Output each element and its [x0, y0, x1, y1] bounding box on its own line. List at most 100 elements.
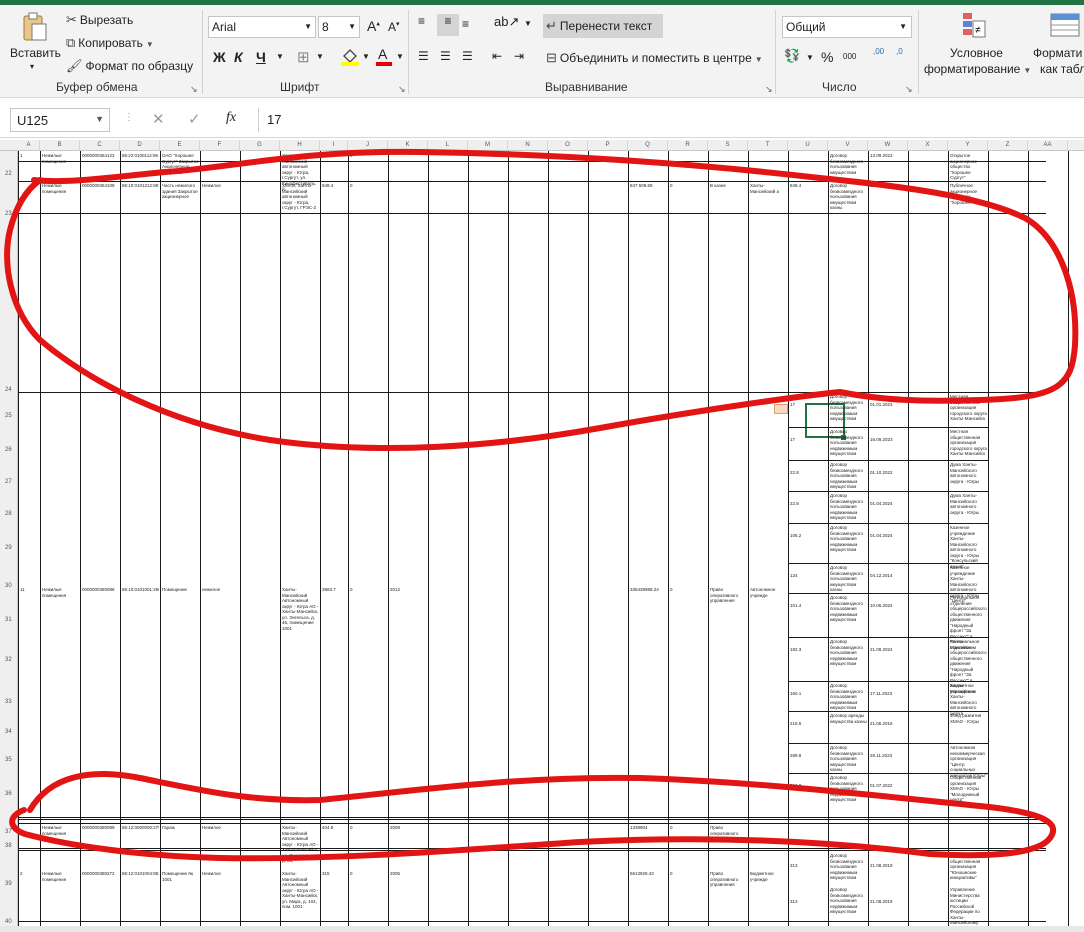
cell[interactable]: 28.11.2023: [870, 753, 907, 759]
row-header-27[interactable]: 27: [0, 479, 18, 485]
align-middle-icon[interactable]: ≡: [437, 14, 459, 36]
cell[interactable]: 01.01.2023: [870, 402, 907, 408]
decrease-indent-icon[interactable]: ⇤: [492, 49, 502, 63]
cell[interactable]: 01.10.2022: [870, 470, 907, 476]
cell[interactable]: 0: [350, 153, 387, 159]
cell[interactable]: 313: [790, 899, 827, 905]
cell[interactable]: Местная общественная организация городск…: [950, 394, 987, 422]
column-header-r[interactable]: R: [668, 140, 708, 151]
cell[interactable]: 218.6: [790, 721, 827, 727]
align-top-icon[interactable]: ≡: [418, 14, 425, 28]
column-header-w[interactable]: W: [868, 140, 908, 151]
cell[interactable]: 21.06.2016: [870, 721, 907, 727]
format-table-icon[interactable]: [1050, 12, 1080, 43]
column-header-p[interactable]: P: [588, 140, 628, 151]
cell[interactable]: 0: [350, 183, 387, 189]
sheet-scrollbar[interactable]: [0, 926, 1084, 932]
cell[interactable]: 124: [790, 573, 827, 579]
column-header-aa[interactable]: AA: [1028, 140, 1068, 151]
cell[interactable]: 86:10:0101001:2608: [122, 587, 159, 593]
align-bottom-icon[interactable]: ≡: [462, 17, 469, 31]
cell[interactable]: 404.8: [322, 825, 347, 831]
column-header-q[interactable]: Q: [628, 140, 668, 151]
cell[interactable]: Дума Ханты-Мансийского автономного округ…: [950, 493, 987, 515]
column-header-g[interactable]: G: [240, 140, 280, 151]
bold-button[interactable]: Ж: [213, 49, 226, 65]
cell[interactable]: Гараж: [162, 825, 199, 831]
cell[interactable]: 17: [790, 437, 827, 443]
align-center-icon[interactable]: ☰: [440, 49, 451, 63]
cell[interactable]: 86:12:0101004:851: [122, 871, 159, 877]
fx-icon[interactable]: fx: [226, 110, 236, 126]
cell[interactable]: Автономная некоммерческая организация "Ц…: [950, 745, 987, 778]
cell[interactable]: 22.8: [790, 470, 827, 476]
column-header-v[interactable]: V: [828, 140, 868, 151]
italic-button[interactable]: К: [234, 49, 243, 65]
row-header-22[interactable]: 22: [0, 171, 18, 177]
cell[interactable]: 0: [350, 587, 387, 593]
cell[interactable]: 1339904: [630, 825, 667, 831]
cell-grid[interactable]: 1 Нежилые помещения 0000000364123 86:22:010…: [18, 151, 1084, 932]
cell[interactable]: Нежилые помещения: [42, 587, 79, 598]
cell[interactable]: Ханты-Мансийский Автономный округ - Югра…: [282, 871, 319, 910]
cell[interactable]: ОАО "Хорошее Сургут" Закрытое Акционерно…: [162, 153, 199, 175]
paste-dropdown-icon[interactable]: ▾: [30, 62, 34, 71]
cell[interactable]: 21.09.2024: [870, 647, 907, 653]
row-header-39[interactable]: 39: [0, 881, 18, 887]
formula-input[interactable]: 17: [258, 108, 1078, 132]
cell[interactable]: Фонд развития ХМАО - Югры: [950, 713, 987, 724]
cell[interactable]: 0: [670, 183, 707, 189]
cell[interactable]: Договор безвозмездного пользования недви…: [830, 595, 867, 623]
column-header-i[interactable]: I: [320, 140, 348, 151]
cell[interactable]: 86:22:0100112:96: [122, 153, 159, 159]
paste-icon[interactable]: [20, 12, 48, 42]
cell[interactable]: 0000000380099: [82, 825, 119, 831]
column-header-k[interactable]: K: [388, 140, 428, 151]
cell[interactable]: Договор безвозмездного пользования недви…: [830, 775, 867, 803]
currency-icon[interactable]: 💱: [784, 48, 800, 64]
cell[interactable]: 11.10.2023: [870, 183, 907, 189]
row-header-35[interactable]: 35: [0, 757, 18, 763]
cell[interactable]: 0000000364123: [82, 153, 119, 159]
cell[interactable]: 0: [350, 825, 387, 831]
cell[interactable]: Открытое акционерное общество "Хорошее С…: [950, 153, 987, 181]
cell[interactable]: 0: [670, 825, 707, 831]
cell[interactable]: 2012: [390, 587, 427, 593]
column-header-o[interactable]: O: [548, 140, 588, 151]
column-header-x[interactable]: X: [908, 140, 948, 151]
cell[interactable]: Нежилые помещения: [42, 871, 79, 882]
conditional-format-line1[interactable]: Условное: [950, 46, 1003, 60]
cell[interactable]: Бюджетное учреждение Ханты-Мансийского а…: [950, 683, 987, 716]
column-header-c[interactable]: C: [80, 140, 120, 151]
cell[interactable]: Региональная общественная организация "Ю…: [950, 853, 987, 881]
confirm-icon[interactable]: ✓: [188, 110, 201, 128]
column-header-f[interactable]: F: [200, 140, 240, 151]
cell[interactable]: Местная общественная организация городск…: [950, 429, 987, 457]
cell[interactable]: 11: [20, 587, 39, 593]
column-header-e[interactable]: E: [160, 140, 200, 151]
thousands-button[interactable]: 000: [843, 52, 856, 61]
borders-dropdown-icon[interactable]: ▼: [316, 52, 324, 61]
cell[interactable]: Нежилое: [202, 183, 239, 189]
cell[interactable]: Договор безвозмездного пользования недви…: [830, 429, 867, 457]
row-header-24[interactable]: 24: [0, 387, 18, 393]
row-header-34[interactable]: 34: [0, 729, 18, 735]
cell[interactable]: 01.04.2024: [870, 533, 907, 539]
font-name-select[interactable]: Arial ▼: [208, 16, 316, 38]
row-header-26[interactable]: 26: [0, 447, 18, 453]
row-header-29[interactable]: 29: [0, 545, 18, 551]
fill-color-icon[interactable]: [340, 46, 360, 69]
name-box[interactable]: U125 ▼: [10, 108, 110, 132]
cell[interactable]: 10.06.2024: [870, 603, 907, 609]
cell[interactable]: Право оперативного управления: [710, 871, 747, 888]
chevron-down-icon[interactable]: ▼: [95, 114, 104, 124]
conditional-format-icon[interactable]: ≠: [962, 12, 986, 43]
copy-dropdown-icon[interactable]: ▼: [146, 40, 154, 49]
cell[interactable]: Договор безвозмездного пользования недви…: [830, 853, 867, 881]
cell[interactable]: 22.8: [790, 501, 827, 507]
alignment-launcher-icon[interactable]: ↘: [765, 84, 773, 95]
format-table-line1[interactable]: Формати: [1033, 46, 1082, 60]
row-header-40[interactable]: 40: [0, 919, 18, 925]
cell[interactable]: Помещение: [162, 587, 199, 593]
cell[interactable]: 182.3: [790, 647, 827, 653]
